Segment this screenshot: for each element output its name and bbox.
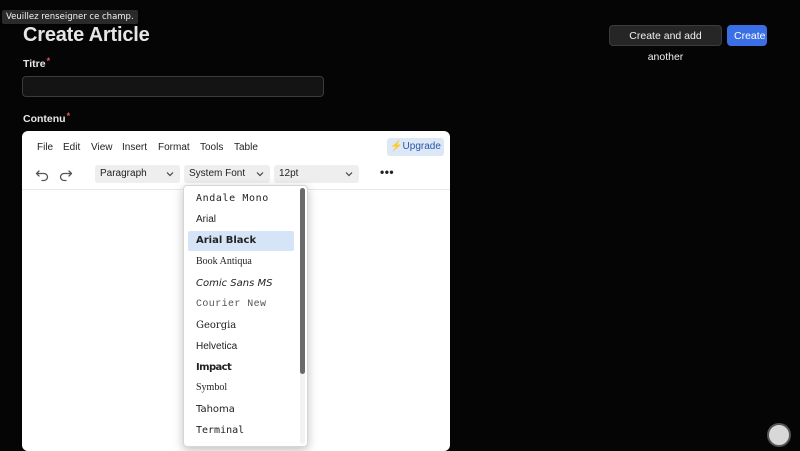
- font-option-symbol[interactable]: Symbol: [188, 378, 294, 398]
- contenu-label-text: Contenu: [23, 113, 66, 125]
- more-icon[interactable]: •••: [380, 165, 394, 179]
- contenu-label: Contenu*: [23, 111, 71, 125]
- chevron-down-icon: [166, 172, 174, 177]
- required-mark: *: [66, 111, 71, 121]
- font-family-dropdown: Andale Mono Arial Arial Black Book Antiq…: [183, 185, 308, 447]
- block-format-value: Paragraph: [100, 168, 147, 179]
- undo-icon[interactable]: [34, 166, 50, 182]
- font-option-georgia[interactable]: Georgia: [188, 316, 294, 336]
- menu-insert[interactable]: Insert: [122, 142, 147, 153]
- titre-label: Titre*: [23, 56, 51, 70]
- font-size-select[interactable]: 12pt: [274, 165, 359, 183]
- font-option-tahoma[interactable]: Tahoma: [188, 400, 294, 420]
- upgrade-button[interactable]: ⚡Upgrade: [387, 138, 444, 156]
- font-option-book-antiqua[interactable]: Book Antiqua: [188, 252, 294, 272]
- editor-menubar: File Edit View Insert Format Tools Table…: [22, 131, 450, 163]
- create-and-add-another-button[interactable]: Create and add another: [609, 25, 722, 63]
- help-widget-icon[interactable]: [767, 423, 791, 447]
- menu-tools[interactable]: Tools: [200, 142, 223, 153]
- validation-tooltip: Veuillez renseigner ce champ.: [2, 10, 138, 24]
- font-option-courier-new[interactable]: Courier New: [188, 295, 294, 315]
- menu-view[interactable]: View: [91, 142, 113, 153]
- chevron-down-icon: [345, 172, 353, 177]
- font-family-select[interactable]: System Font: [184, 165, 270, 183]
- menu-format[interactable]: Format: [158, 142, 190, 153]
- block-format-select[interactable]: Paragraph: [95, 165, 180, 183]
- menu-file[interactable]: File: [37, 142, 53, 153]
- font-option-comic-sans-ms[interactable]: Comic Sans MS: [188, 274, 294, 294]
- redo-icon[interactable]: [58, 166, 74, 182]
- menu-table[interactable]: Table: [234, 142, 258, 153]
- font-option-helvetica[interactable]: Helvetica: [188, 337, 294, 357]
- font-family-value: System Font: [189, 168, 246, 179]
- chevron-down-icon: [256, 172, 264, 177]
- page-title: Create Article: [23, 24, 150, 46]
- font-option-andale-mono[interactable]: Andale Mono: [188, 189, 294, 209]
- font-option-terminal[interactable]: Terminal: [188, 421, 294, 441]
- dropdown-scrollbar-thumb[interactable]: [300, 188, 305, 374]
- font-option-arial-black[interactable]: Arial Black: [188, 231, 294, 251]
- dropdown-scrollbar[interactable]: [300, 188, 305, 444]
- menu-edit[interactable]: Edit: [63, 142, 80, 153]
- titre-input[interactable]: [22, 76, 324, 97]
- font-option-arial[interactable]: Arial: [188, 210, 294, 230]
- titre-label-text: Titre: [23, 58, 46, 70]
- required-mark: *: [46, 56, 51, 66]
- create-button[interactable]: Create: [727, 25, 767, 46]
- font-size-value: 12pt: [279, 168, 299, 179]
- font-option-impact[interactable]: Impact: [188, 358, 294, 378]
